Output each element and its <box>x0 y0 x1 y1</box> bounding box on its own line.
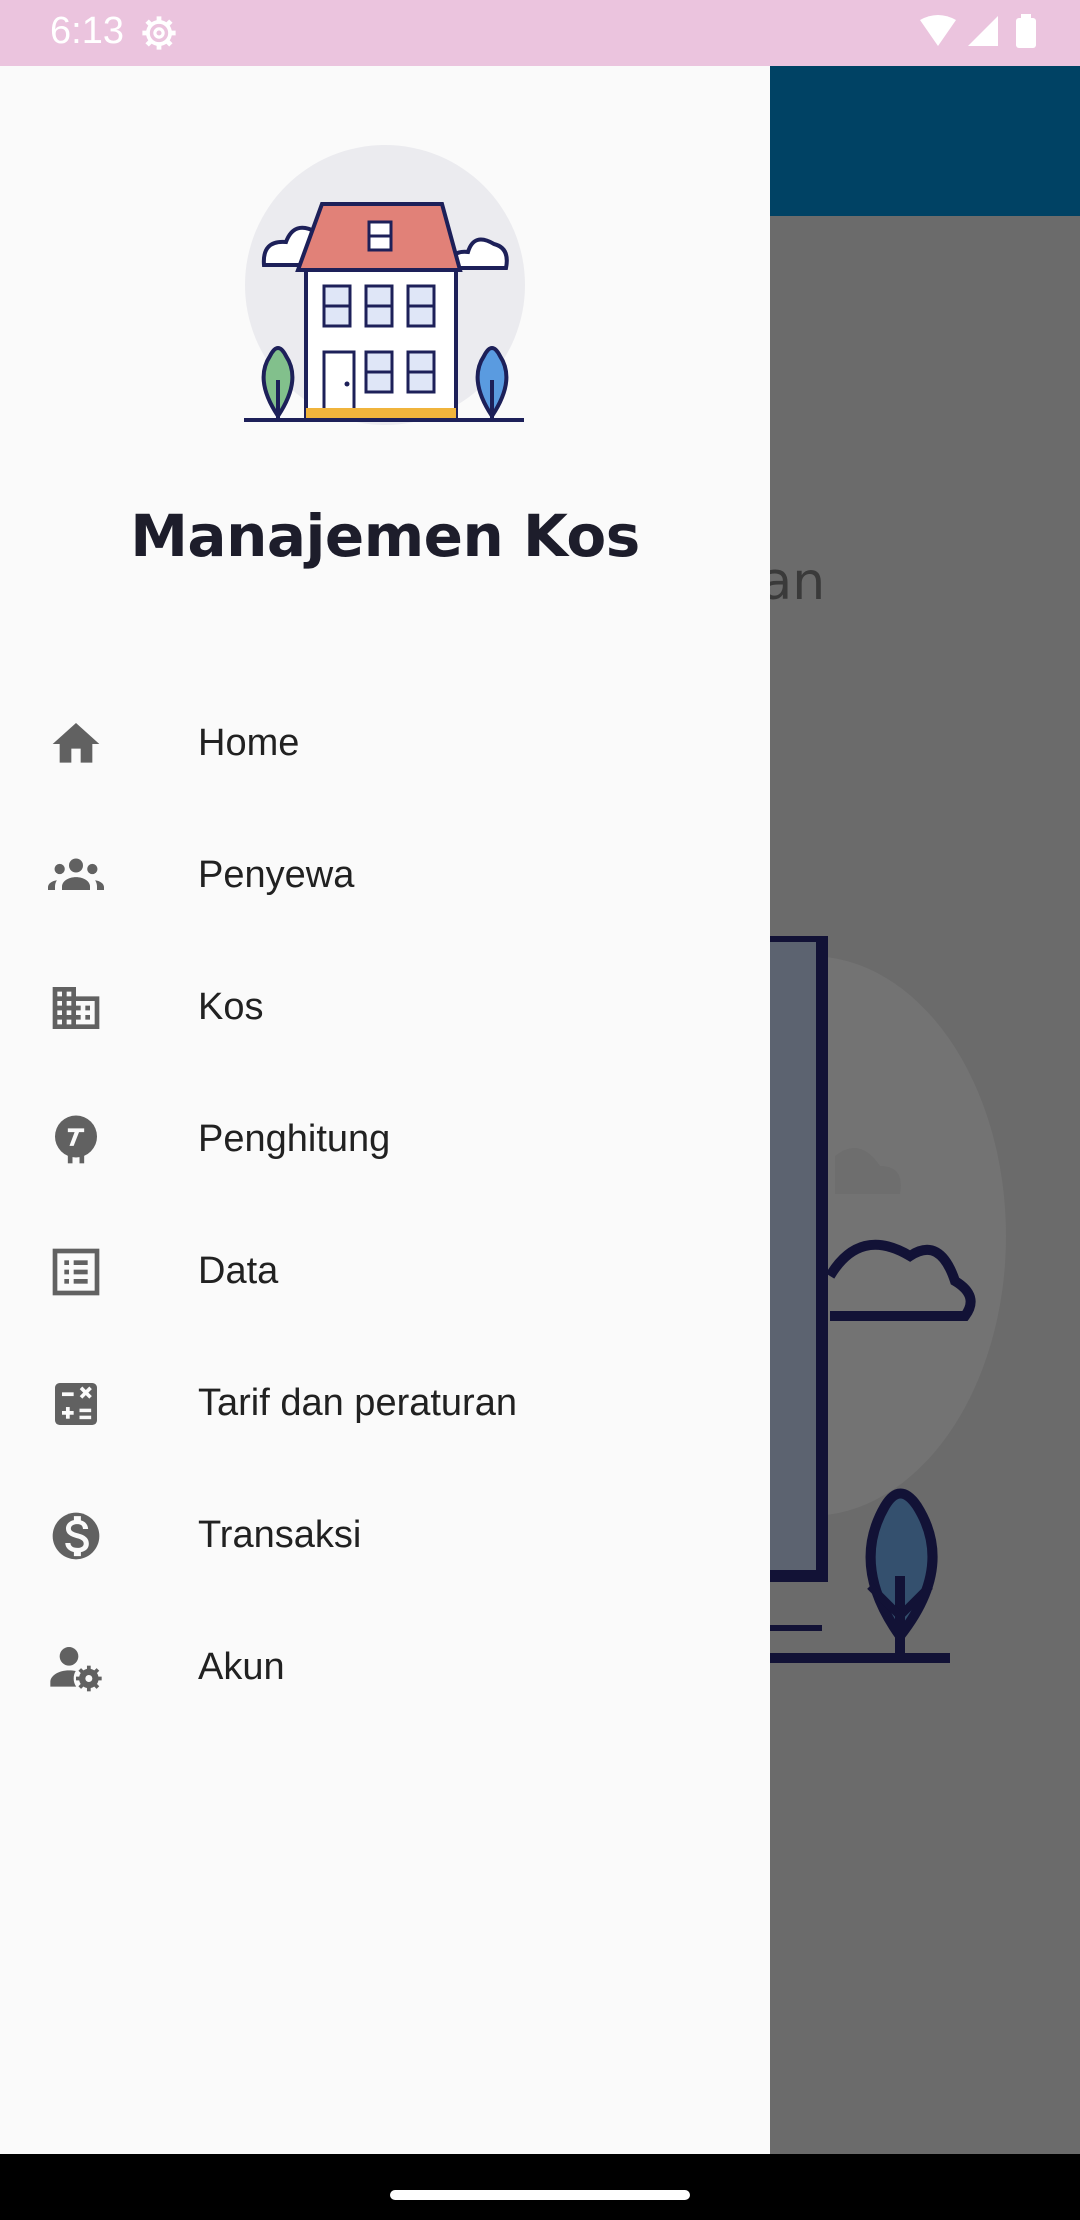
house-illustration <box>244 145 525 425</box>
menu-label-akun: Akun <box>198 1646 285 1688</box>
menu-label-kos: Kos <box>198 986 264 1028</box>
menu-label-transaksi: Transaksi <box>198 1514 362 1556</box>
menu-label-tarif: Tarif dan peraturan <box>198 1382 517 1424</box>
wifi-icon <box>920 15 956 46</box>
navigation-drawer: Manajemen Kos Home Penyewa Kos Penghitun… <box>0 66 770 2154</box>
people-group-icon <box>46 848 106 904</box>
menu-item-kos[interactable]: Kos <box>0 942 770 1074</box>
menu-item-akun[interactable]: Akun <box>0 1602 770 1734</box>
building-icon <box>46 980 106 1036</box>
menu-item-tarif[interactable]: Tarif dan peraturan <box>0 1338 770 1470</box>
menu-item-penghitung[interactable]: Penghitung <box>0 1074 770 1206</box>
status-bar: 6:13 <box>0 0 1080 66</box>
menu-item-data[interactable]: Data <box>0 1206 770 1338</box>
dollar-circle-icon <box>46 1508 106 1564</box>
drawer-menu: Home Penyewa Kos Penghitung Data Tarif d… <box>0 678 770 1734</box>
home-icon <box>46 716 106 772</box>
battery-icon <box>1016 18 1036 48</box>
meter-icon <box>46 1112 106 1168</box>
menu-item-home[interactable]: Home <box>0 678 770 810</box>
menu-item-penyewa[interactable]: Penyewa <box>0 810 770 942</box>
list-document-icon <box>46 1244 106 1300</box>
system-navigation-bar <box>0 2154 1080 2220</box>
status-icons <box>920 14 1036 48</box>
calculator-icon <box>46 1376 106 1432</box>
menu-label-penyewa: Penyewa <box>198 854 355 896</box>
status-time: 6:13 <box>50 10 124 52</box>
menu-item-transaksi[interactable]: Transaksi <box>0 1470 770 1602</box>
settings-gear-icon <box>142 16 176 50</box>
signal-icon <box>968 16 998 46</box>
menu-label-data: Data <box>198 1250 279 1292</box>
menu-label-penghitung: Penghitung <box>198 1118 391 1160</box>
menu-label-home: Home <box>198 722 300 764</box>
home-gesture-handle[interactable] <box>390 2190 690 2200</box>
app-title: Manajemen Kos <box>130 502 640 570</box>
user-settings-icon <box>46 1640 106 1696</box>
